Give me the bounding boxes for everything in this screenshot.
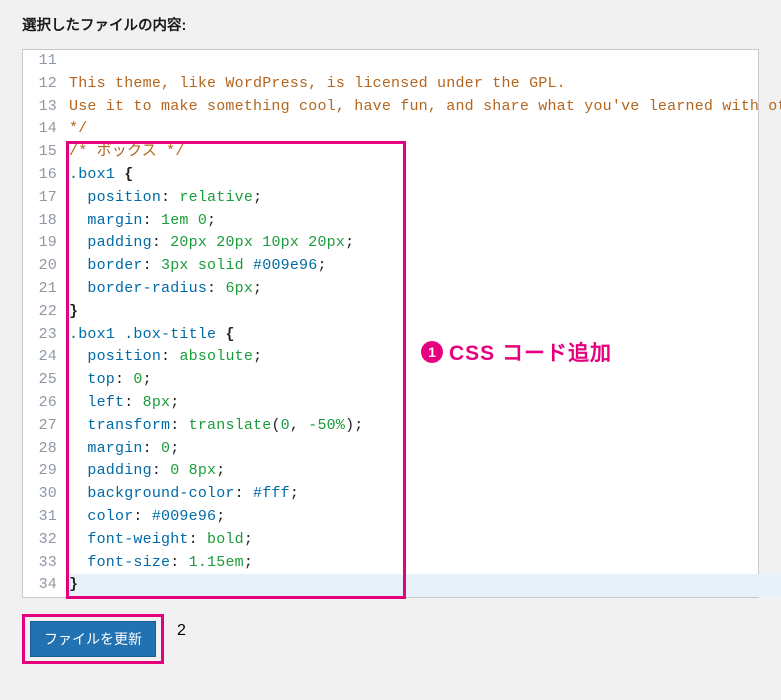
line-number: 26 — [23, 392, 57, 415]
circled-number-2-icon: 2 — [177, 622, 186, 640]
code-line[interactable]: margin: 1em 0; — [69, 210, 781, 233]
code-line[interactable]: padding: 0 8px; — [69, 460, 781, 483]
line-number: 16 — [23, 164, 57, 187]
line-number: 18 — [23, 210, 57, 233]
code-line[interactable]: color: #009e96; — [69, 506, 781, 529]
code-line[interactable]: } — [69, 574, 781, 597]
line-number: 34 — [23, 574, 57, 597]
code-line[interactable]: */ — [69, 118, 781, 141]
code-line[interactable]: .box1 .box-title { — [69, 324, 781, 347]
line-number: 21 — [23, 278, 57, 301]
code-line[interactable]: /* ボックス */ — [69, 141, 781, 164]
line-number: 31 — [23, 506, 57, 529]
code-editor[interactable]: 1112131415161718192021222324252627282930… — [22, 49, 759, 598]
line-number: 15 — [23, 141, 57, 164]
code-line[interactable]: This theme, like WordPress, is licensed … — [69, 73, 781, 96]
line-gutter: 1112131415161718192021222324252627282930… — [23, 50, 63, 597]
line-number: 28 — [23, 438, 57, 461]
code-line[interactable]: position: absolute; — [69, 346, 781, 369]
line-number: 33 — [23, 552, 57, 575]
code-area[interactable]: This theme, like WordPress, is licensed … — [63, 50, 781, 597]
annotation-box-button: ファイルを更新 — [22, 614, 164, 664]
line-number: 11 — [23, 50, 57, 73]
code-line[interactable]: transform: translate(0, -50%); — [69, 415, 781, 438]
code-line[interactable]: top: 0; — [69, 369, 781, 392]
code-line[interactable] — [69, 50, 781, 73]
code-line[interactable]: border-radius: 6px; — [69, 278, 781, 301]
line-number: 20 — [23, 255, 57, 278]
line-number: 14 — [23, 118, 57, 141]
code-line[interactable]: font-weight: bold; — [69, 529, 781, 552]
line-number: 19 — [23, 232, 57, 255]
line-number: 27 — [23, 415, 57, 438]
line-number: 32 — [23, 529, 57, 552]
update-file-button[interactable]: ファイルを更新 — [30, 621, 156, 657]
code-line[interactable]: } — [69, 301, 781, 324]
section-heading: 選択したファイルの内容: — [22, 14, 759, 35]
code-line[interactable]: position: relative; — [69, 187, 781, 210]
code-line[interactable]: margin: 0; — [69, 438, 781, 461]
line-number: 23 — [23, 324, 57, 347]
line-number: 24 — [23, 346, 57, 369]
line-number: 13 — [23, 96, 57, 119]
code-line[interactable]: padding: 20px 20px 10px 20px; — [69, 232, 781, 255]
line-number: 22 — [23, 301, 57, 324]
code-line[interactable]: Use it to make something cool, have fun,… — [69, 96, 781, 119]
line-number: 30 — [23, 483, 57, 506]
annotation-callout-2: 2 — [177, 622, 186, 640]
line-number: 29 — [23, 460, 57, 483]
code-line[interactable]: border: 3px solid #009e96; — [69, 255, 781, 278]
line-number: 17 — [23, 187, 57, 210]
code-line[interactable]: background-color: #fff; — [69, 483, 781, 506]
code-line[interactable]: .box1 { — [69, 164, 781, 187]
line-number: 12 — [23, 73, 57, 96]
line-number: 25 — [23, 369, 57, 392]
code-line[interactable]: font-size: 1.15em; — [69, 552, 781, 575]
code-line[interactable]: left: 8px; — [69, 392, 781, 415]
